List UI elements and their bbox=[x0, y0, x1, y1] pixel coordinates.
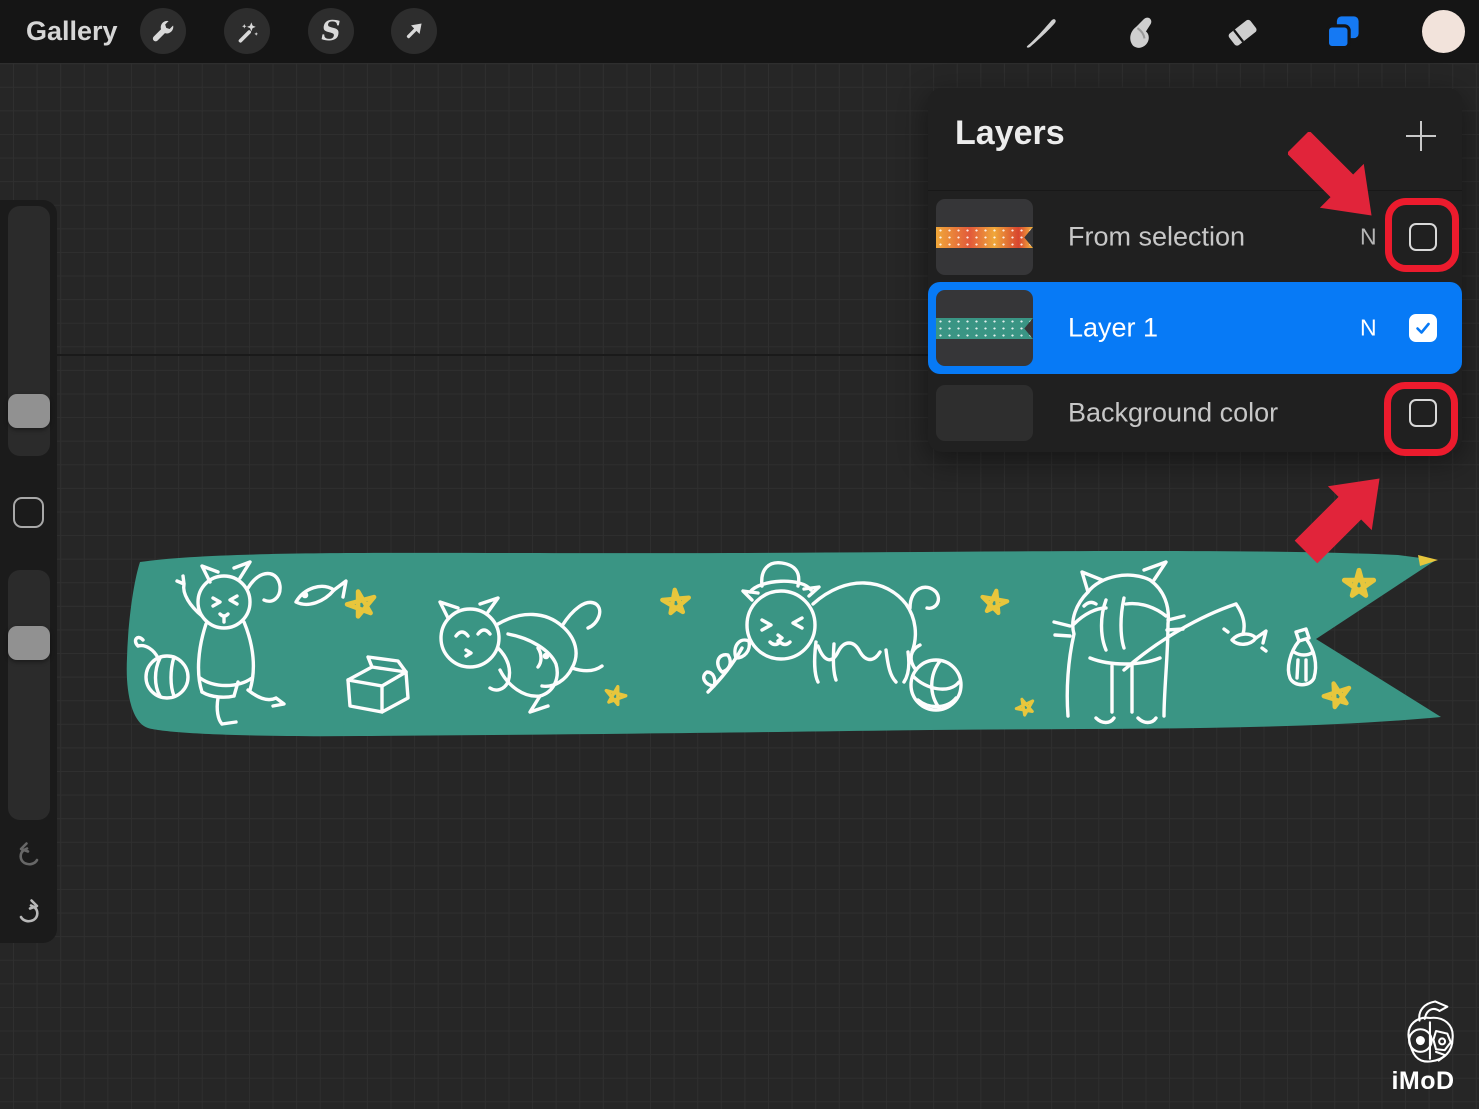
layer-row-layer1-selected[interactable]: Layer 1 N bbox=[928, 282, 1462, 374]
smudge-tool-button[interactable] bbox=[1118, 10, 1162, 54]
teal-banner-thumb-art bbox=[936, 318, 1033, 339]
transform-arrow-icon bbox=[401, 18, 427, 44]
annotation-arrow-down-right bbox=[1288, 132, 1408, 252]
orange-banner-thumb-art bbox=[936, 227, 1033, 248]
actions-button[interactable] bbox=[140, 8, 186, 54]
brush-size-slider[interactable] bbox=[8, 206, 50, 456]
wrench-icon bbox=[150, 18, 176, 44]
redo-button[interactable] bbox=[13, 897, 45, 929]
selection-button[interactable]: S bbox=[308, 8, 354, 54]
modify-button[interactable] bbox=[13, 497, 44, 528]
banner-artwork bbox=[110, 540, 1450, 750]
background-color-thumbnail[interactable] bbox=[936, 385, 1033, 441]
smudge-finger-icon bbox=[1122, 14, 1158, 50]
magic-wand-icon bbox=[234, 18, 260, 44]
sidebar-tool-controls bbox=[0, 200, 57, 943]
checkmark-icon bbox=[1414, 319, 1432, 337]
blend-mode-badge[interactable]: N bbox=[1360, 315, 1377, 342]
layer-name: Background color bbox=[1068, 398, 1278, 429]
brush-tool-button[interactable] bbox=[1018, 10, 1062, 54]
brush-opacity-slider[interactable] bbox=[8, 570, 50, 820]
canvas-guide-line bbox=[0, 354, 928, 356]
top-toolbar: Gallery S bbox=[0, 0, 1479, 63]
active-color-swatch[interactable] bbox=[1422, 10, 1465, 53]
imod-watermark-text: iMoD bbox=[1380, 1067, 1466, 1096]
layer-name: Layer 1 bbox=[1068, 313, 1158, 344]
layer-thumbnail-layer1[interactable] bbox=[936, 290, 1033, 366]
plus-icon bbox=[1406, 121, 1436, 151]
layer-row-background-color[interactable]: Background color bbox=[928, 374, 1462, 452]
layers-button[interactable] bbox=[1321, 10, 1365, 54]
gallery-button[interactable]: Gallery bbox=[26, 16, 118, 47]
brush-size-slider-handle[interactable] bbox=[8, 394, 50, 428]
layer-name: From selection bbox=[1068, 221, 1245, 252]
undo-button[interactable] bbox=[13, 840, 45, 872]
layer-thumbnail-from-selection[interactable] bbox=[936, 199, 1033, 275]
eraser-tool-button[interactable] bbox=[1220, 10, 1264, 54]
add-layer-button[interactable] bbox=[1404, 119, 1438, 153]
layers-icon bbox=[1324, 13, 1362, 51]
annotation-highlight-box-bottom bbox=[1384, 382, 1458, 456]
transform-button[interactable] bbox=[391, 8, 437, 54]
brush-opacity-slider-handle[interactable] bbox=[8, 626, 50, 660]
procreate-window: Gallery S bbox=[0, 0, 1479, 1109]
adjustments-button[interactable] bbox=[224, 8, 270, 54]
layer-visibility-checkbox-checked[interactable] bbox=[1409, 314, 1437, 342]
imod-watermark: iMoD bbox=[1380, 998, 1466, 1096]
annotation-arrow-up-right bbox=[1288, 448, 1408, 568]
imod-owl-logo-icon bbox=[1388, 998, 1458, 1064]
brush-icon bbox=[1022, 14, 1058, 50]
layers-panel-title: Layers bbox=[955, 114, 1065, 153]
selection-s-icon: S bbox=[321, 18, 341, 45]
eraser-icon bbox=[1224, 14, 1260, 50]
